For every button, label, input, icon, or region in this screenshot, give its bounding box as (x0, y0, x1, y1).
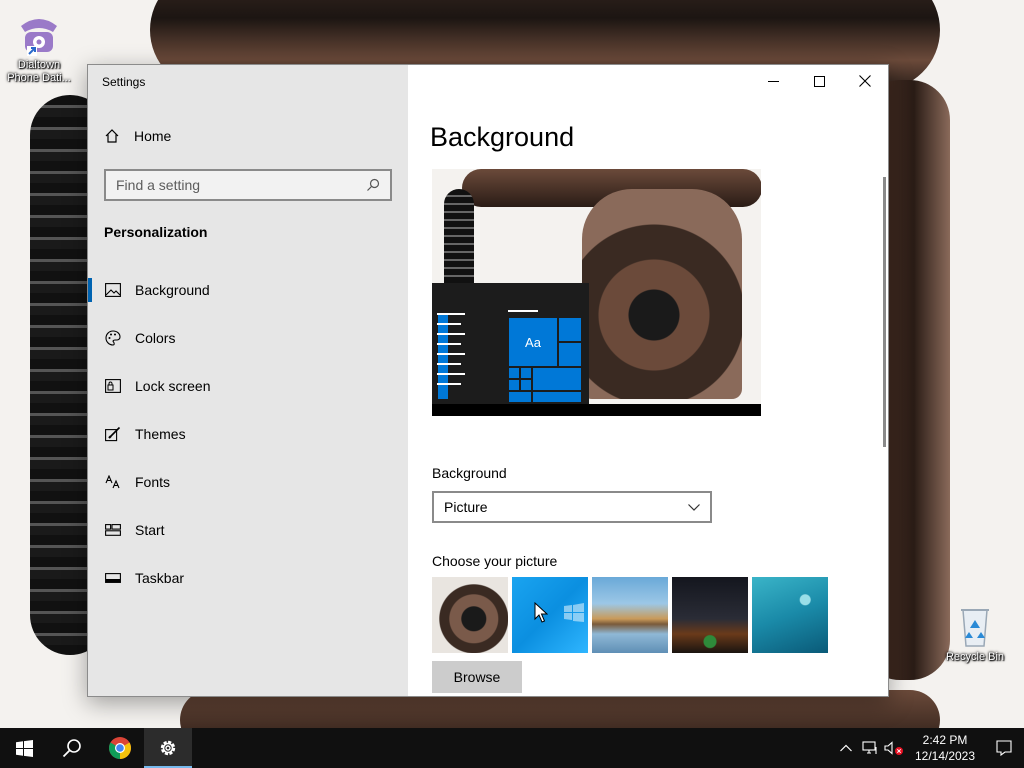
close-button[interactable] (842, 65, 888, 97)
minimize-icon (767, 80, 779, 82)
picture-icon (104, 282, 121, 299)
volume-button[interactable] (882, 728, 906, 768)
volume-muted-icon (884, 741, 903, 755)
sidebar-item-label: Fonts (135, 474, 171, 490)
minimize-button[interactable] (750, 65, 796, 97)
taskbar-clock[interactable]: 2:42 PM 12/14/2023 (906, 732, 984, 764)
preview-taskbar (432, 404, 761, 416)
page-title: Background (430, 122, 575, 152)
lock-screen-icon (104, 378, 121, 395)
clock-date: 12/14/2023 (914, 749, 976, 763)
action-center-button[interactable] (984, 728, 1024, 768)
home-label: Home (134, 128, 172, 144)
sidebar-item-fonts[interactable]: Fonts (88, 458, 408, 506)
background-type-dropdown[interactable]: Picture (432, 491, 712, 523)
content-scrollbar[interactable] (883, 177, 886, 447)
window-controls (750, 65, 888, 97)
clock-time: 2:42 PM (922, 733, 968, 747)
sidebar-item-label: Colors (135, 330, 176, 346)
background-preview: Aa (432, 169, 761, 416)
thumbnail-night-sky[interactable] (672, 577, 748, 653)
preview-app-list (437, 313, 469, 401)
fonts-icon (104, 474, 121, 491)
maximize-icon (813, 75, 825, 87)
chevron-up-icon (840, 744, 852, 752)
desktop-icon-recycle-bin[interactable]: Recycle Bin (938, 604, 1012, 664)
sidebar-item-colors[interactable]: Colors (88, 314, 408, 362)
window-title: Settings (102, 75, 146, 89)
chrome-icon (109, 737, 131, 759)
desktop-icon-dialtown[interactable]: Dialtown Phone Dati... (2, 12, 76, 85)
sidebar-item-label: Lock screen (135, 378, 211, 394)
settings-gear-icon (160, 740, 176, 756)
taskbar-search-button[interactable] (48, 728, 96, 768)
preview-tiles-header (508, 310, 538, 312)
background-type-label: Background (432, 465, 507, 481)
windows-start-icon (15, 739, 33, 757)
settings-content: Background Aa Background Picture Choose … (408, 65, 888, 696)
recycle-bin-icon (961, 609, 989, 647)
network-icon (862, 741, 877, 754)
browse-button[interactable]: Browse (432, 661, 522, 693)
windows-logo-icon (564, 603, 584, 622)
thumbnail-windows-blue[interactable] (512, 577, 588, 653)
thumbnail-underwater[interactable] (752, 577, 828, 653)
preview-tile-aa: Aa (508, 317, 558, 367)
taskbar-settings-button[interactable] (144, 728, 192, 768)
search-input[interactable] (116, 177, 346, 193)
preview-start-menu: Aa (432, 283, 589, 404)
search-icon (367, 178, 380, 191)
desktop-icon-label: Recycle Bin (945, 651, 1005, 663)
desktop-icon-label: Dialtown Phone Dati... (7, 59, 71, 84)
personalization-nav: Background Colors Lock screen Themes Fon… (88, 266, 408, 602)
mouse-pointer-icon (534, 602, 548, 623)
taskbar-icon (104, 570, 121, 587)
sidebar-item-label: Start (135, 522, 165, 538)
show-hidden-icons-button[interactable] (834, 728, 858, 768)
settings-sidebar: Settings Home Personalization Background (88, 65, 408, 696)
sidebar-item-start[interactable]: Start (88, 506, 408, 554)
section-heading: Personalization (104, 224, 208, 240)
system-tray: 2:42 PM 12/14/2023 (834, 728, 1024, 768)
themes-brush-icon (104, 426, 121, 443)
network-button[interactable] (858, 728, 882, 768)
chevron-down-icon (688, 503, 700, 511)
preview-phone (582, 189, 742, 399)
sidebar-item-background[interactable]: Background (88, 266, 408, 314)
choose-picture-label: Choose your picture (432, 553, 558, 569)
notification-icon (996, 740, 1012, 756)
taskbar: 2:42 PM 12/14/2023 (0, 728, 1024, 768)
sidebar-item-taskbar[interactable]: Taskbar (88, 554, 408, 602)
picture-thumbnails (432, 577, 828, 653)
thumbnail-vintage-phone[interactable] (432, 577, 508, 653)
start-button[interactable] (0, 728, 48, 768)
preview-tiles: Aa (508, 317, 582, 403)
sidebar-item-label: Taskbar (135, 570, 185, 586)
sidebar-item-themes[interactable]: Themes (88, 410, 408, 458)
settings-window: Settings Home Personalization Background (87, 64, 889, 697)
thumbnail-beach-rock[interactable] (592, 577, 668, 653)
close-icon (859, 75, 871, 87)
start-menu-icon (104, 522, 121, 539)
taskbar-chrome-button[interactable] (96, 728, 144, 768)
maximize-button[interactable] (796, 65, 842, 97)
sidebar-item-label: Themes (135, 426, 186, 442)
search-icon (62, 739, 81, 758)
home-icon (105, 129, 119, 143)
phone-app-icon (21, 19, 57, 56)
home-link[interactable]: Home (104, 128, 171, 144)
sidebar-item-label: Background (135, 282, 210, 298)
palette-icon (104, 330, 121, 347)
dropdown-value: Picture (444, 499, 488, 515)
find-setting-search[interactable] (104, 169, 392, 201)
sidebar-item-lock-screen[interactable]: Lock screen (88, 362, 408, 410)
